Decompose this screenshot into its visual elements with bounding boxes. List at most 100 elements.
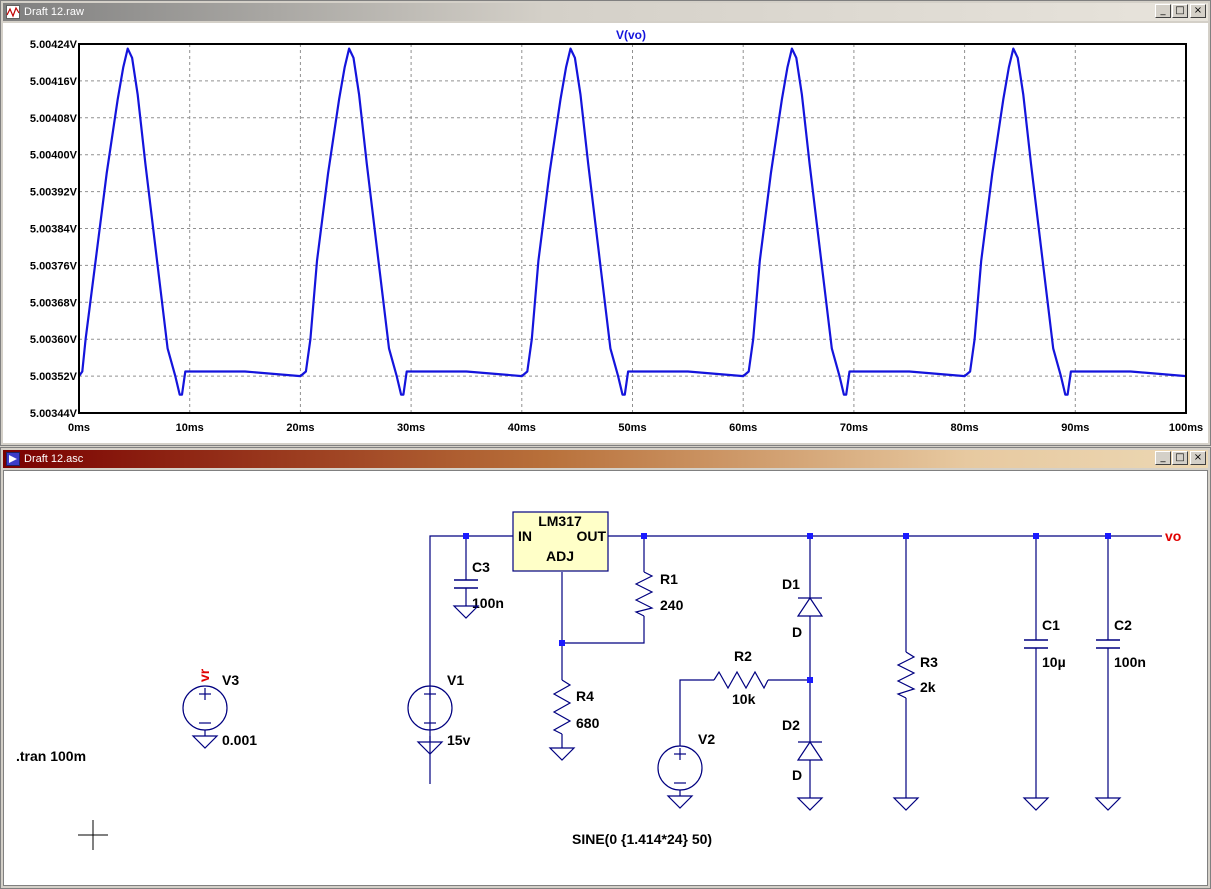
resistor-r2[interactable] bbox=[713, 670, 769, 690]
c2-value: 100n bbox=[1114, 654, 1146, 670]
capacitor-c3[interactable] bbox=[454, 579, 478, 589]
r2-name: R2 bbox=[734, 648, 752, 664]
schematic-drawing[interactable]: LM317 IN OUT ADJ C3 100n R1 240 R4 680 R… bbox=[4, 471, 1207, 887]
d2-value: D bbox=[792, 767, 802, 783]
y-tick-label: 5.00384V bbox=[30, 224, 78, 236]
r2-value: 10k bbox=[732, 691, 756, 707]
x-tick-label: 30ms bbox=[397, 422, 425, 434]
v2-value: SINE(0 {1.414*24} 50) bbox=[572, 831, 712, 847]
ground-v3 bbox=[191, 735, 219, 749]
x-tick-label: 60ms bbox=[729, 422, 757, 434]
x-tick-label: 50ms bbox=[618, 422, 646, 434]
voltage-source-v3[interactable] bbox=[182, 685, 228, 731]
plot-grid bbox=[79, 44, 1186, 413]
maximize-button[interactable]: □ bbox=[1172, 451, 1188, 465]
r3-value: 2k bbox=[920, 679, 936, 695]
lm317-pin-out: OUT bbox=[576, 528, 606, 544]
capacitor-c2[interactable] bbox=[1096, 639, 1120, 649]
crosshair-cursor-icon bbox=[78, 820, 108, 850]
x-tick-label: 40ms bbox=[508, 422, 536, 434]
x-tick-label: 100ms bbox=[1169, 422, 1203, 434]
v3-name: V3 bbox=[222, 672, 239, 688]
x-tick-label: 10ms bbox=[176, 422, 204, 434]
r3-name: R3 bbox=[920, 654, 938, 670]
net-label-vr[interactable]: vr bbox=[196, 668, 212, 682]
v1-name: V1 bbox=[447, 672, 464, 688]
ground-v2 bbox=[666, 795, 694, 809]
y-tick-label: 5.00360V bbox=[30, 334, 78, 346]
x-tick-label: 70ms bbox=[840, 422, 868, 434]
y-tick-label: 5.00408V bbox=[30, 113, 78, 125]
x-tick-label: 0ms bbox=[68, 422, 90, 434]
lm317-label: LM317 bbox=[538, 513, 582, 529]
x-tick-label: 90ms bbox=[1061, 422, 1089, 434]
plot-tick-labels: 0ms 10ms 20ms 30ms 40ms 50ms 60ms 70ms 80ms 90ms 1… bbox=[30, 39, 1203, 434]
waveform-plot-area[interactable]: V(vo) 0ms 10ms 20ms 30ms 40ms 50ms 60ms 70ms 80m… bbox=[3, 23, 1208, 443]
y-tick-label: 5.00376V bbox=[30, 260, 78, 272]
d1-name: D1 bbox=[782, 576, 800, 592]
ground-r4 bbox=[548, 747, 576, 761]
voltage-source-v2[interactable] bbox=[657, 745, 703, 791]
r4-name: R4 bbox=[576, 688, 594, 704]
y-tick-label: 5.00352V bbox=[30, 371, 78, 383]
y-tick-label: 5.00424V bbox=[30, 39, 78, 51]
waveform-titlebar[interactable]: Draft 12.raw _ □ × bbox=[3, 3, 1208, 21]
resistor-r3[interactable] bbox=[896, 651, 916, 699]
resistor-r4[interactable] bbox=[552, 679, 572, 735]
r1-value: 240 bbox=[660, 597, 684, 613]
v3-value: 0.001 bbox=[222, 732, 257, 748]
y-tick-label: 5.00344V bbox=[30, 408, 78, 420]
waveform-window[interactable]: Draft 12.raw _ □ × V(vo) 0ms 10ms 20ms 30ms… bbox=[0, 0, 1211, 446]
c1-name: C1 bbox=[1042, 617, 1060, 633]
y-tick-label: 5.00400V bbox=[30, 150, 78, 162]
x-tick-label: 20ms bbox=[286, 422, 314, 434]
junction bbox=[463, 533, 469, 539]
schematic-app-icon bbox=[6, 452, 20, 466]
junction bbox=[1105, 533, 1111, 539]
c3-value: 100n bbox=[472, 595, 504, 611]
minimize-button[interactable]: _ bbox=[1155, 4, 1171, 18]
c1-value: 10µ bbox=[1042, 654, 1066, 670]
ground-c2 bbox=[1094, 797, 1122, 811]
schematic-titlebar[interactable]: Draft 12.asc _ □ × bbox=[3, 450, 1208, 468]
c2-name: C2 bbox=[1114, 617, 1132, 633]
junction bbox=[559, 640, 565, 646]
ground-r3 bbox=[892, 797, 920, 811]
diode-d2[interactable] bbox=[796, 740, 824, 761]
schematic-window-title: Draft 12.asc bbox=[24, 453, 84, 465]
maximize-button[interactable]: □ bbox=[1172, 4, 1188, 18]
capacitor-c1[interactable] bbox=[1024, 639, 1048, 649]
junction bbox=[807, 677, 813, 683]
c3-name: C3 bbox=[472, 559, 490, 575]
waveform-app-icon bbox=[6, 5, 20, 19]
close-button[interactable]: × bbox=[1190, 4, 1206, 18]
waveform-plot[interactable]: V(vo) 0ms 10ms 20ms 30ms 40ms 50ms 60ms 70ms 80m… bbox=[3, 23, 1208, 445]
v2-name: V2 bbox=[698, 731, 715, 747]
trace-title[interactable]: V(vo) bbox=[616, 28, 646, 42]
ground-c1 bbox=[1022, 797, 1050, 811]
junction bbox=[807, 533, 813, 539]
schematic-canvas[interactable]: LM317 IN OUT ADJ C3 100n R1 240 R4 680 R… bbox=[3, 470, 1208, 886]
net-label-vo[interactable]: vo bbox=[1165, 528, 1181, 544]
waveform-window-title: Draft 12.raw bbox=[24, 6, 84, 18]
lm317-pin-in: IN bbox=[518, 528, 532, 544]
resistor-r1[interactable] bbox=[634, 571, 654, 617]
d1-value: D bbox=[792, 624, 802, 640]
spice-directive[interactable]: .tran 100m bbox=[16, 748, 86, 764]
diode-d1[interactable] bbox=[796, 596, 824, 617]
wires bbox=[204, 535, 1162, 798]
close-button[interactable]: × bbox=[1190, 451, 1206, 465]
y-tick-label: 5.00368V bbox=[30, 297, 78, 309]
y-tick-label: 5.00392V bbox=[30, 187, 78, 199]
minimize-button[interactable]: _ bbox=[1155, 451, 1171, 465]
y-tick-label: 5.00416V bbox=[30, 76, 78, 88]
r4-value: 680 bbox=[576, 715, 600, 731]
x-tick-label: 80ms bbox=[951, 422, 979, 434]
schematic-window[interactable]: Draft 12.asc _ □ × LM317 IN OUT ADJ C3 1… bbox=[0, 447, 1211, 889]
junction bbox=[903, 533, 909, 539]
junction bbox=[641, 533, 647, 539]
v1-value: 15v bbox=[447, 732, 471, 748]
d2-name: D2 bbox=[782, 717, 800, 733]
r1-name: R1 bbox=[660, 571, 678, 587]
ground-d2 bbox=[796, 797, 824, 811]
